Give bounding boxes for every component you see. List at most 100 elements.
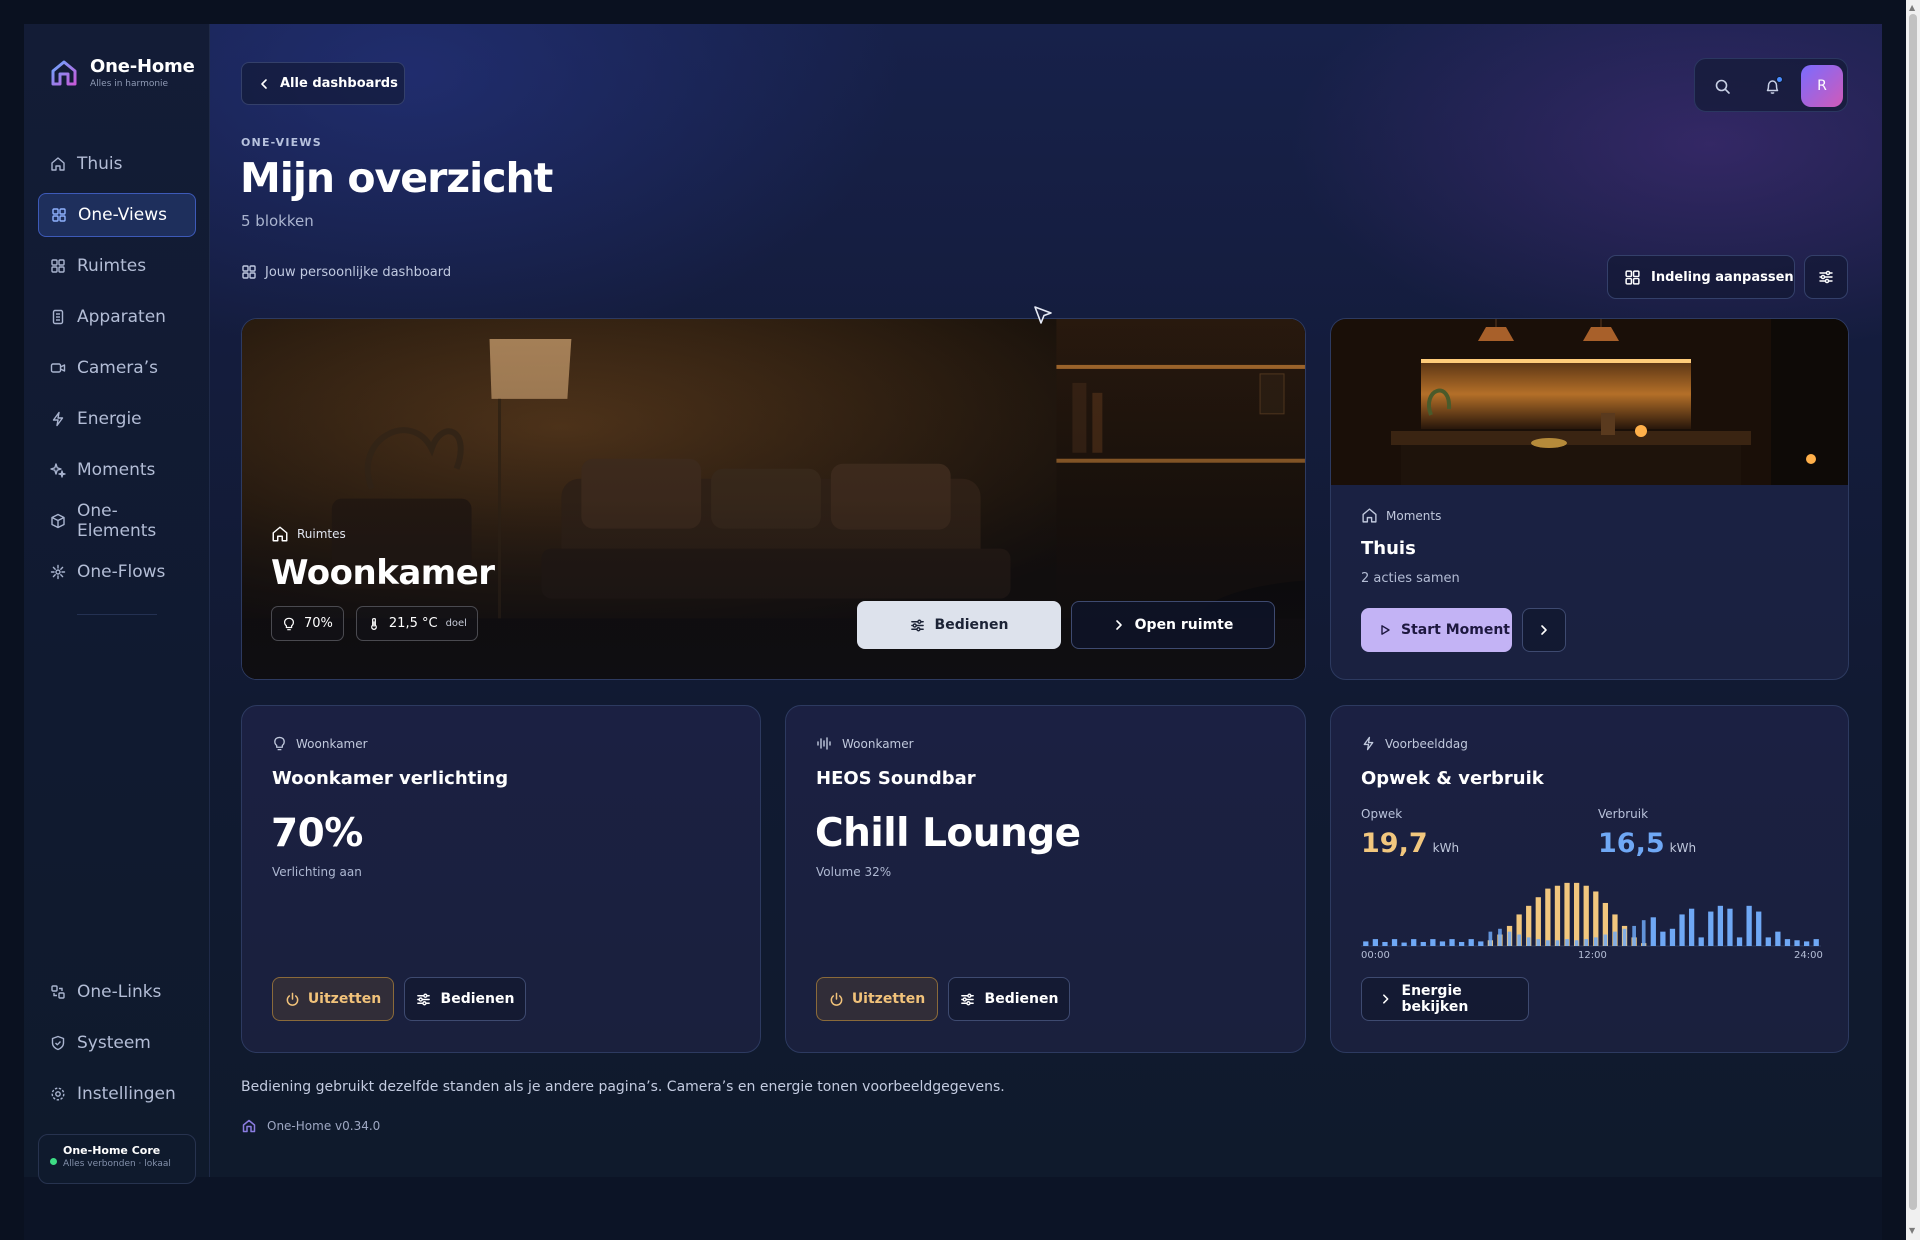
bulb-icon [284,617,294,630]
sidebar-item-label: One-Views [78,205,167,225]
consumption-bar [1756,911,1762,946]
soundbar-title: HEOS Soundbar [816,768,976,789]
kitchen-image [1331,319,1848,485]
lighting-room-label: Woonkamer [296,736,368,751]
soundbar-control-button[interactable]: Bedienen [948,977,1070,1021]
production-bar [1573,882,1580,946]
sidebar-item-label: Camera’s [77,358,158,378]
sidebar-item-apparaten[interactable]: Apparaten [38,295,196,339]
light-level-chip: 70% [271,606,344,641]
cube-icon [51,513,65,529]
production-bar [1535,897,1541,946]
lighting-title: Woonkamer verlichting [272,768,509,789]
core-status-card[interactable]: One-Home Core Alles verbonden · lokaal [38,1134,196,1184]
sidebar-item-energie[interactable]: Energie [38,397,196,441]
home-icon [1362,508,1377,523]
hero-buttons: Bedienen Open ruimte [857,601,1275,649]
open-room-button[interactable]: Open ruimte [1071,601,1275,649]
consumption-bar [1488,931,1493,946]
consumption-bar [1593,937,1598,946]
energy-card[interactable]: Voorbeelddag Opwek & verbruik Opwek 19,7… [1330,705,1849,1053]
sidebar-item-one-links[interactable]: One-Links [38,970,196,1014]
consumption-bar [1439,941,1446,946]
grid-icon [52,208,66,222]
hero-chips: 70% 21,5 °C doel [271,606,495,641]
production-stat: 19,7 kWh [1361,828,1459,859]
production-bar [1545,888,1551,946]
moment-card[interactable]: Moments Thuis 2 acties samen Start Momen… [1330,318,1849,680]
sliders-icon [416,993,430,1005]
sliders-icon [1819,270,1833,284]
consumption-bar [1679,914,1685,946]
soundbar-off-button[interactable]: Uitzetten [816,977,938,1021]
sidebar-nav: Thuis One-Views Ruimtes Apparaten Camera… [38,142,196,615]
brand[interactable]: One-Home Alles in harmonie [48,56,195,89]
sidebar-item-label: Instellingen [77,1084,176,1104]
grid-icon [51,259,65,273]
chevron-right-icon [1115,620,1122,630]
production-value: 19,7 [1361,828,1428,859]
sidebar-item-instellingen[interactable]: Instellingen [38,1072,196,1116]
control-room-button[interactable]: Bedienen [857,601,1061,649]
moment-body: Moments Thuis 2 acties samen [1361,507,1460,586]
camera-icon [50,363,66,373]
room-hero-card[interactable]: Ruimtes Woonkamer 70% 21,5 °C doel Bedie… [241,318,1306,680]
start-moment-button[interactable]: Start Moment [1361,608,1512,652]
hero-category-label: Ruimtes [297,527,346,541]
temperature-note: doel [445,618,467,629]
page-title: Mijn overzicht [240,154,553,202]
sidebar-item-label: Moments [77,460,156,480]
sidebar-item-moments[interactable]: Moments [38,448,196,492]
lighting-control-button[interactable]: Bedienen [404,977,526,1021]
consumption-bar [1498,928,1502,946]
consumption-bar [1603,934,1608,946]
scroll-thumb[interactable] [1909,14,1917,1210]
page-scrollbar[interactable]: ▲ ▼ [1906,0,1920,1240]
lighting-off-label: Uitzetten [307,991,382,1007]
moment-category: Moments [1361,507,1460,524]
soundbar-room: Woonkamer [816,736,914,751]
sidebar-item-one-flows[interactable]: One-Flows [38,550,196,594]
sidebar-item-one-views[interactable]: One-Views [38,193,196,237]
lighting-off-button[interactable]: Uitzetten [272,977,394,1021]
energy-title: Opwek & verbruik [1361,768,1544,789]
search-icon [1715,79,1730,94]
sidebar-item-one-elements[interactable]: One-Elements [38,499,196,543]
sidebar-item-label: One-Flows [77,562,166,582]
avatar[interactable]: R [1801,65,1843,107]
back-to-dashboards-button[interactable]: Alle dashboards [241,62,405,105]
version-label: One-Home v0.34.0 [267,1119,381,1133]
lighting-value: 70% [271,811,363,856]
soundbar-card[interactable]: Woonkamer HEOS Soundbar Chill Lounge Vol… [785,705,1306,1053]
sidebar-item-systeem[interactable]: Systeem [38,1021,196,1065]
main-content: Alle dashboards R ONE-VIEWS Mijn overzic… [210,24,1882,1177]
consumption-bar [1746,905,1752,946]
sidebar-item-ruimtes[interactable]: Ruimtes [38,244,196,288]
brand-tagline: Alles in harmonie [90,79,169,89]
lighting-card[interactable]: Woonkamer Woonkamer verlichting 70% Verl… [241,705,761,1053]
consumption-bar [1803,941,1810,946]
consumption-bar [1468,939,1474,946]
brand-name: One-Home [90,56,195,77]
sidebar-item-cameras[interactable]: Camera’s [38,346,196,390]
consumption-bar [1372,939,1379,946]
moment-next-button[interactable] [1522,608,1566,652]
core-status: Alles verbonden · lokaal [63,1159,171,1169]
sidebar-item-thuis[interactable]: Thuis [38,142,196,186]
view-settings-button[interactable] [1804,255,1848,299]
scroll-up-arrow-icon[interactable]: ▲ [1909,3,1915,12]
view-energy-button[interactable]: Energie bekijken [1361,977,1529,1021]
consumption-bar [1688,908,1695,946]
scroll-down-arrow-icon[interactable]: ▼ [1909,1226,1915,1235]
consumption-bar [1641,920,1646,946]
edit-layout-button[interactable]: Indeling aanpassen [1607,255,1795,299]
soundbar-status: Volume 32% [816,865,892,879]
consumption-bar [1507,931,1512,946]
search-button[interactable] [1707,71,1737,101]
play-icon [1381,625,1390,635]
notifications-button[interactable] [1757,71,1787,101]
energy-category-label: Voorbeelddag [1385,736,1468,751]
consumption-bar [1555,940,1560,946]
sliders-icon [960,993,974,1005]
version-info: One-Home v0.34.0 [241,1118,380,1134]
